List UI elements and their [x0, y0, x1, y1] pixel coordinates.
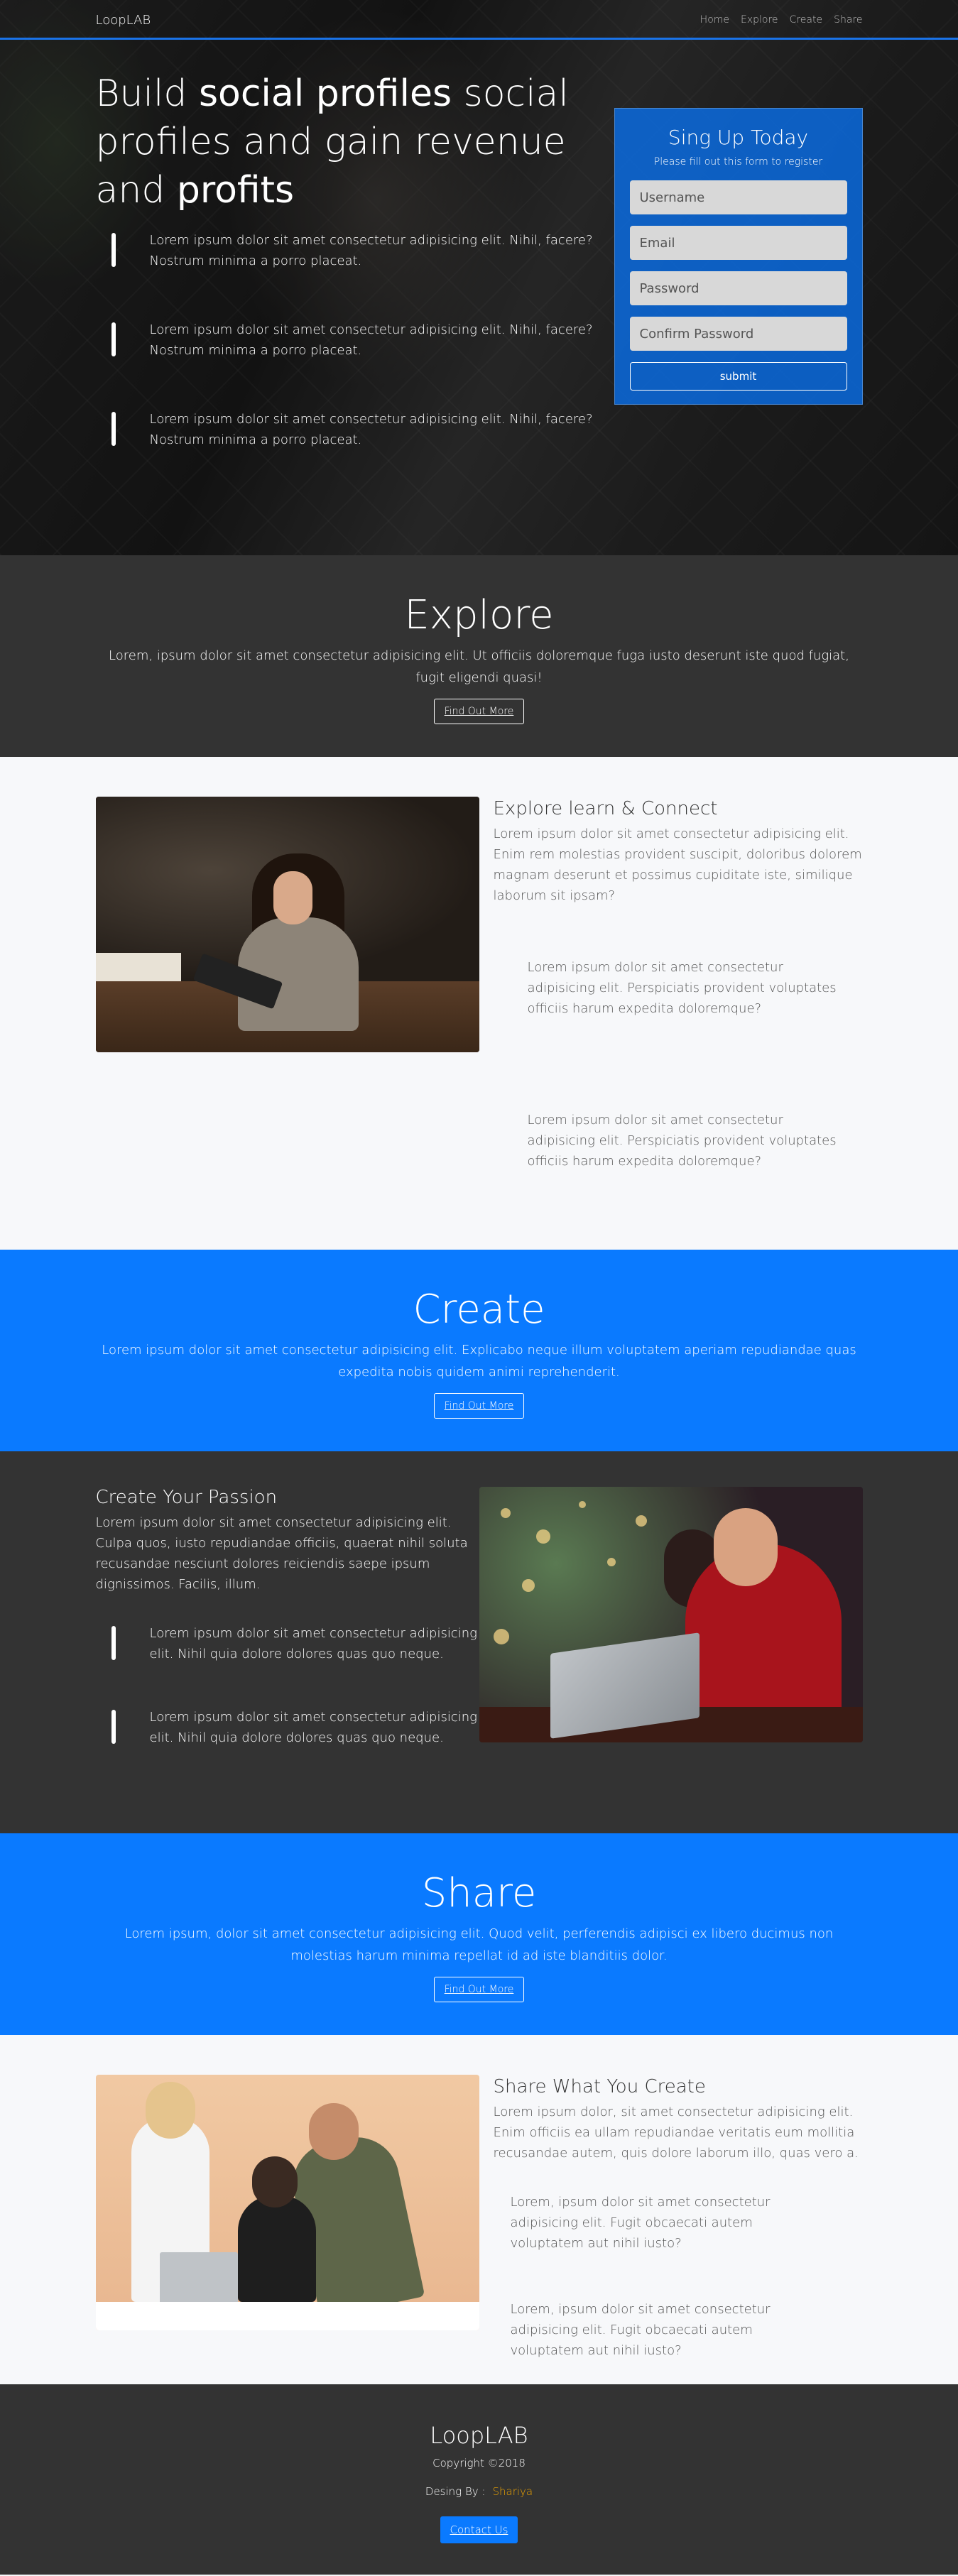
footer: LoopLAB Copyright ©2018 Desing By : Shari… — [0, 2384, 958, 2575]
check-bar-icon — [111, 1626, 116, 1660]
explore-feature-text: Explore learn & Connect Lorem ipsum dolo… — [494, 797, 863, 1172]
check-bar-icon — [111, 322, 116, 356]
explore-feature-heading: Explore learn & Connect — [493, 798, 718, 819]
signup-title: Sing Up Today — [668, 126, 809, 149]
woman-with-tablet-image — [95, 797, 479, 1052]
share-feature-lead: Lorem ipsum dolor, sit amet consectetur … — [493, 2105, 859, 2161]
hero-feature-text: Lorem ipsum dolor sit amet consectetur a… — [149, 233, 593, 268]
explore-text: Lorem, ipsum dolor sit amet consectetur … — [109, 648, 849, 685]
create-feature-text: Create Your Passion Lorem ipsum dolor si… — [96, 1485, 479, 1791]
create-feature-section: Create Your Passion Lorem ipsum dolor si… — [0, 1451, 958, 1833]
share-feature-section: Share What You Create Lorem ipsum dolor,… — [0, 2035, 958, 2384]
hero-feature-text: Lorem ipsum dolor sit amet consectetur a… — [149, 322, 593, 358]
create-feature-heading: Create Your Passion — [95, 1487, 278, 1508]
signup-form: Sing Up Today Please fill out this form … — [614, 108, 863, 405]
hero-feature-list: Lorem ipsum dolor sit amet consectetur a… — [96, 230, 614, 450]
nav-link-home[interactable]: Home — [700, 14, 729, 26]
nav-link-explore[interactable]: Explore — [741, 14, 778, 26]
designer-name: Shariya — [492, 2485, 533, 2498]
hero-content: Build social profiles social profiles an… — [96, 70, 614, 498]
create-feature-list: Lorem ipsum dolor sit amet consectetur a… — [96, 1623, 479, 1748]
hero-feature-text: Lorem ipsum dolor sit amet consectetur a… — [149, 412, 593, 447]
hero-feature-item: Lorem ipsum dolor sit amet consectetur a… — [96, 230, 614, 271]
explore-find-out-more-button[interactable]: Find Out More — [433, 699, 525, 724]
create-feature-lead: Lorem ipsum dolor sit amet consectetur a… — [95, 1515, 468, 1592]
create-feature-item-text: Lorem ipsum dolor sit amet consectetur a… — [149, 1626, 477, 1661]
nav-links: Home Explore Create Share — [700, 14, 863, 26]
navbar: LoopLAB Home Explore Create Share — [0, 0, 958, 40]
share-section: Share Lorem ipsum, dolor sit amet consec… — [0, 1833, 958, 2035]
nav-link-share[interactable]: Share — [834, 14, 862, 26]
create-find-out-more-button[interactable]: Find Out More — [433, 1393, 525, 1419]
share-feature-item: Lorem, ipsum dolor sit amet consectetur … — [510, 2302, 771, 2358]
share-title: Share — [421, 1870, 537, 1916]
share-find-out-more-button[interactable]: Find Out More — [433, 1977, 525, 2002]
share-text: Lorem ipsum, dolor sit amet consectetur … — [124, 1926, 834, 1963]
share-feature-item: Lorem, ipsum dolor sit amet consectetur … — [510, 2195, 771, 2251]
team-collaboration-image — [95, 2075, 479, 2330]
footer-designer-credit: Desing By : Shariya — [425, 2485, 533, 2498]
create-section: Create Lorem ipsum dolor sit amet consec… — [0, 1250, 958, 1451]
check-bar-icon — [111, 233, 116, 267]
create-title: Create — [413, 1287, 545, 1333]
signup-subtitle: Please fill out this form to register — [653, 156, 823, 168]
hero-feature-item: Lorem ipsum dolor sit amet consectetur a… — [96, 320, 614, 361]
username-input[interactable] — [629, 180, 847, 214]
hero-section: Build social profiles social profiles an… — [0, 0, 958, 555]
hero-feature-item: Lorem ipsum dolor sit amet consectetur a… — [96, 409, 614, 450]
password-input[interactable] — [629, 271, 847, 305]
check-bar-icon — [111, 1710, 116, 1744]
email-input[interactable] — [629, 226, 847, 260]
create-feature-item-text: Lorem ipsum dolor sit amet consectetur a… — [149, 1710, 477, 1745]
contact-us-button[interactable]: Contact Us — [440, 2516, 518, 2543]
hero-title: Build social profiles social profiles an… — [95, 72, 569, 212]
explore-feature-item: Lorem ipsum dolor sit amet consectetur a… — [527, 960, 837, 1016]
explore-title: Explore — [404, 592, 554, 638]
share-feature-text: Share What You Create Lorem ipsum dolor,… — [494, 2075, 863, 2361]
create-feature-item: Lorem ipsum dolor sit amet consectetur a… — [96, 1623, 479, 1664]
nav-link-create[interactable]: Create — [790, 14, 823, 26]
confirm-password-input[interactable] — [629, 317, 847, 351]
couple-with-laptop-image — [479, 1487, 863, 1742]
create-text: Lorem ipsum dolor sit amet consectetur a… — [102, 1343, 856, 1380]
share-feature-heading: Share What You Create — [493, 2076, 706, 2097]
explore-feature-section: Explore learn & Connect Lorem ipsum dolo… — [0, 757, 958, 1250]
brand-logo[interactable]: LoopLAB — [96, 13, 151, 28]
check-bar-icon — [111, 412, 116, 446]
explore-feature-lead: Lorem ipsum dolor sit amet consectetur a… — [493, 826, 862, 903]
explore-feature-item: Lorem ipsum dolor sit amet consectetur a… — [527, 1113, 837, 1169]
explore-section: Explore Lorem, ipsum dolor sit amet cons… — [0, 555, 958, 757]
create-feature-item: Lorem ipsum dolor sit amet consectetur a… — [96, 1707, 479, 1748]
footer-copyright: Copyright ©2018 — [432, 2457, 526, 2469]
submit-button[interactable]: submit — [629, 362, 847, 391]
footer-brand: LoopLAB — [430, 2422, 528, 2449]
